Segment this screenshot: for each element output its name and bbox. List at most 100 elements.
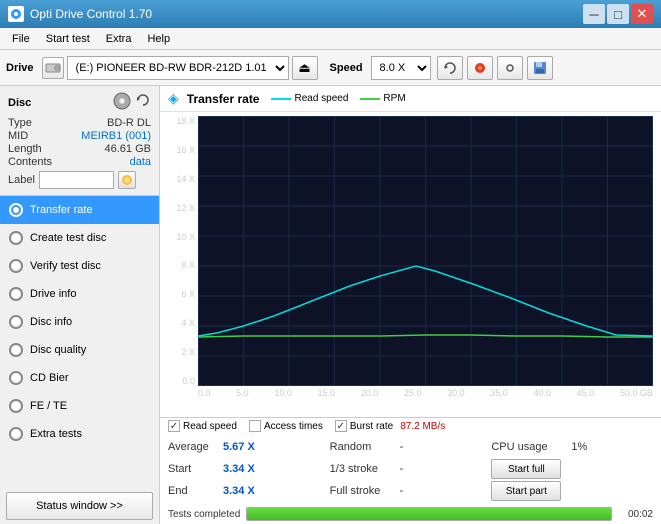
y-label-2: 2 X <box>181 347 195 357</box>
cb-burst-rate-label: Burst rate <box>350 421 393 432</box>
stat-start: Start 3.34 X <box>168 463 330 475</box>
stat-random: Random - <box>330 441 492 453</box>
disc-info-icon <box>8 314 24 330</box>
sidebar-item-drive-info[interactable]: Drive info <box>0 280 159 308</box>
legend-read-speed-color <box>271 98 291 100</box>
settings-button[interactable] <box>497 56 523 80</box>
start-full-button[interactable]: Start full <box>491 459 561 479</box>
legend-rpm: RPM <box>360 93 405 104</box>
cb-access-times-label: Access times <box>264 421 323 432</box>
sidebar-item-label-transfer-rate: Transfer rate <box>30 204 93 216</box>
stat-full-stroke: Full stroke - <box>330 485 492 497</box>
speed-label: Speed <box>330 62 363 74</box>
eject-button[interactable]: ⏏ <box>292 56 318 80</box>
menu-file[interactable]: File <box>4 31 38 47</box>
drive-selector[interactable]: (E:) PIONEER BD-RW BDR-212D 1.01 <box>67 56 289 80</box>
x-label-35: 35.0 <box>490 388 508 398</box>
app-title: Opti Drive Control 1.70 <box>30 7 583 21</box>
progress-bar-fill <box>247 508 611 520</box>
checkbox-read-speed[interactable]: ✓ Read speed <box>168 420 237 432</box>
minimize-button[interactable]: ─ <box>583 4 605 24</box>
y-label-12: 12 X <box>176 203 195 213</box>
sidebar-item-label-drive-info: Drive info <box>30 288 76 300</box>
disc-type-value: BD-R DL <box>107 117 151 129</box>
menubar: File Start test Extra Help <box>0 28 661 50</box>
checkbox-burst-rate[interactable]: ✓ Burst rate 87.2 MB/s <box>335 420 445 432</box>
sidebar-item-label-verify-test-disc: Verify test disc <box>30 260 101 272</box>
y-label-14: 14 X <box>176 174 195 184</box>
stats-row-start: Start 3.34 X 1/3 stroke - Start full <box>168 458 653 480</box>
stats-area: Average 5.67 X Random - CPU usage 1% Sta… <box>160 434 661 504</box>
save-button[interactable] <box>527 56 553 80</box>
start-part-button[interactable]: Start part <box>491 481 561 501</box>
x-label-30: 30.0 <box>447 388 465 398</box>
y-label-16: 16 X <box>176 145 195 155</box>
sidebar-item-extra-tests[interactable]: Extra tests <box>0 420 159 448</box>
disc-label-label: Label <box>8 174 35 186</box>
close-button[interactable]: ✕ <box>631 4 653 24</box>
chart-svg <box>198 116 653 386</box>
sidebar-item-cd-bier[interactable]: CD Bier <box>0 364 159 392</box>
menu-extra[interactable]: Extra <box>98 31 140 47</box>
disc-panel-title: Disc <box>8 97 31 109</box>
drive-label: Drive <box>6 62 34 74</box>
sidebar-item-label-create-test-disc: Create test disc <box>30 232 106 244</box>
stat-full-stroke-val: - <box>400 485 440 497</box>
chart-header: ◈ Transfer rate Read speed RPM <box>160 86 661 112</box>
chart-title: Transfer rate <box>187 92 260 106</box>
disc-refresh-icon[interactable] <box>135 92 151 113</box>
checkboxes-row: ✓ Read speed Access times ✓ Burst rate 8… <box>160 418 661 434</box>
x-label-15: 15.0 <box>318 388 336 398</box>
sidebar-item-verify-test-disc[interactable]: Verify test disc <box>0 252 159 280</box>
extra-tests-icon <box>8 426 24 442</box>
stat-1-3-stroke-label: 1/3 stroke <box>330 463 400 475</box>
sidebar-item-create-test-disc[interactable]: Create test disc <box>0 224 159 252</box>
stat-average-val: 5.67 X <box>223 441 268 453</box>
disc-icon <box>113 92 131 113</box>
y-label-0: 0.0 <box>182 376 195 386</box>
x-label-45: 45.0 <box>577 388 595 398</box>
checkbox-access-times[interactable]: Access times <box>249 420 323 432</box>
stat-average-label: Average <box>168 441 223 453</box>
stat-start-val: 3.34 X <box>223 463 268 475</box>
chart-panel: ◈ Transfer rate Read speed RPM <box>160 86 661 418</box>
stat-end-label: End <box>168 485 223 497</box>
cb-access-times <box>249 420 261 432</box>
x-label-10: 10.0 <box>274 388 292 398</box>
disc-length-label: Length <box>8 143 42 155</box>
menu-help[interactable]: Help <box>139 31 178 47</box>
disc-label-button[interactable] <box>118 171 136 189</box>
speed-selector[interactable]: 8.0 X <box>371 56 431 80</box>
stat-end-val: 3.34 X <box>223 485 268 497</box>
stat-full-stroke-label: Full stroke <box>330 485 400 497</box>
stat-start-part-cell: Start part <box>491 481 653 501</box>
x-axis: 0.0 5.0 10.0 15.0 20.0 25.0 30.0 35.0 40… <box>198 386 653 406</box>
disc-label-input[interactable] <box>39 171 114 189</box>
progress-bar-container <box>246 507 612 521</box>
menu-starttest[interactable]: Start test <box>38 31 98 47</box>
sidebar-item-fe-te[interactable]: FE / TE <box>0 392 159 420</box>
disc-type-label: Type <box>8 117 32 129</box>
sidebar-item-transfer-rate[interactable]: Transfer rate <box>0 196 159 224</box>
transfer-rate-icon <box>8 202 24 218</box>
legend-read-speed-label: Read speed <box>294 93 348 104</box>
sidebar-item-disc-quality[interactable]: Disc quality <box>0 336 159 364</box>
sidebar-item-disc-info[interactable]: Disc info <box>0 308 159 336</box>
disc-mid-value: MEIRB1 (001) <box>81 130 151 142</box>
legend-rpm-color <box>360 98 380 100</box>
window-controls: ─ □ ✕ <box>583 4 653 24</box>
status-window-button[interactable]: Status window >> <box>6 492 153 520</box>
y-axis: 18 X 16 X 14 X 12 X 10 X 8 X 6 X 4 X 2 X… <box>168 116 198 386</box>
disc-mid-label: MID <box>8 130 28 142</box>
stat-start-full-cell: Start full <box>491 459 653 479</box>
burn-button[interactable] <box>467 56 493 80</box>
refresh-button[interactable] <box>437 56 463 80</box>
disc-contents-value: data <box>130 156 151 168</box>
disc-quality-icon <box>8 342 24 358</box>
y-label-6: 6 X <box>181 289 195 299</box>
chart-icon: ◈ <box>168 90 179 107</box>
maximize-button[interactable]: □ <box>607 4 629 24</box>
drive-icon <box>42 57 64 79</box>
create-test-disc-icon <box>8 230 24 246</box>
chart-container: 18 X 16 X 14 X 12 X 10 X 8 X 6 X 4 X 2 X… <box>168 116 653 406</box>
